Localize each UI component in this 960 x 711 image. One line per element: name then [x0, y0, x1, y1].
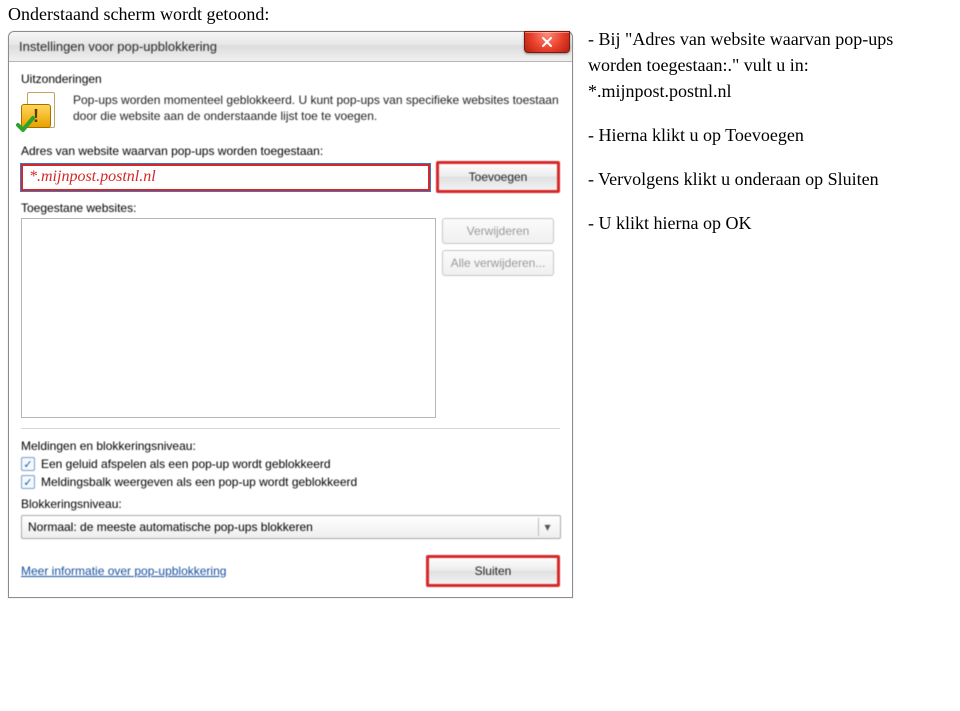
website-address-input[interactable] [21, 164, 430, 191]
play-sound-label: Een geluid afspelen als een pop-up wordt… [41, 457, 331, 471]
page-heading: Onderstaand scherm wordt getoond: [8, 4, 580, 25]
allowed-sites-label: Toegestane websites: [21, 201, 560, 215]
info-text: Pop-ups worden momenteel geblokkeerd. U … [73, 92, 560, 124]
instruction-line-4: - U klikt hierna op OK [588, 210, 942, 236]
dialog-titlebar: Instellingen voor pop-upblokkering [9, 32, 572, 62]
address-label: Adres van website waarvan pop-ups worden… [21, 144, 560, 158]
block-level-value: Normaal: de meeste automatische pop-ups … [28, 520, 313, 534]
popup-settings-dialog: Instellingen voor pop-upblokkering Uitzo… [8, 31, 573, 598]
chevron-down-icon: ▾ [538, 518, 556, 536]
remove-all-button: Alle verwijderen... [442, 250, 554, 276]
instruction-text: - Bij "Adres van website waarvan pop-ups… [588, 0, 960, 237]
instruction-line-2: - Hierna klikt u op Toevoegen [588, 122, 942, 148]
allowed-sites-listbox[interactable] [21, 218, 436, 418]
popup-settings-icon: ! [21, 92, 63, 134]
exceptions-label: Uitzonderingen [21, 72, 560, 86]
dialog-title: Instellingen voor pop-upblokkering [19, 39, 524, 54]
block-level-select[interactable]: Normaal: de meeste automatische pop-ups … [21, 515, 561, 539]
instruction-line-1: - Bij "Adres van website waarvan pop-ups… [588, 26, 942, 104]
show-bar-label: Meldingsbalk weergeven als een pop-up wo… [41, 475, 357, 489]
notifications-level-label: Meldingen en blokkeringsniveau: [21, 439, 560, 453]
more-info-link[interactable]: Meer informatie over pop-upblokkering [21, 564, 226, 578]
add-button[interactable]: Toevoegen [436, 161, 560, 193]
show-bar-checkbox[interactable]: ✓ [21, 475, 35, 489]
divider [21, 428, 560, 429]
close-icon[interactable] [524, 31, 570, 53]
close-button[interactable]: Sluiten [426, 555, 560, 587]
instruction-line-3: - Vervolgens klikt u onderaan op Sluiten [588, 166, 942, 192]
remove-button: Verwijderen [442, 218, 554, 244]
block-level-label: Blokkeringsniveau: [21, 497, 560, 511]
play-sound-checkbox[interactable]: ✓ [21, 457, 35, 471]
